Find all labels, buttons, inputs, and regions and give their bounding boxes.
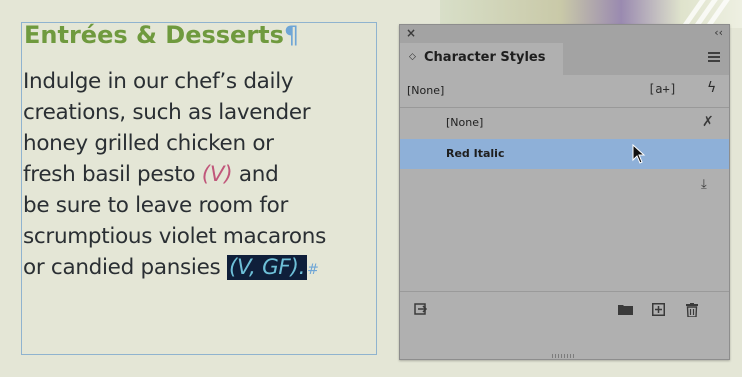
resize-grip[interactable]	[552, 354, 576, 358]
frame-heading[interactable]: Entrées & Desserts¶	[24, 21, 299, 49]
tab-label: Character Styles	[424, 50, 546, 65]
body-line-1[interactable]: Indulge in our chef’s daily	[23, 69, 294, 94]
selected-text[interactable]: (V, GF).	[226, 255, 308, 280]
panel-divider	[400, 291, 729, 292]
default-style-row: [None] [a+] ϟ	[400, 75, 729, 108]
style-list: [None] ✗ Red Italic ⤓	[400, 108, 729, 293]
style-label: [None]	[446, 116, 484, 129]
tab-character-styles[interactable]: ◇ Character Styles	[400, 43, 563, 75]
close-icon[interactable]: ×	[406, 26, 416, 40]
style-row-none[interactable]: [None] ✗	[400, 108, 729, 138]
line4-suffix: and	[232, 162, 279, 187]
line4-prefix: fresh basil pesto	[23, 162, 202, 187]
heading-text: Entrées & Desserts	[24, 21, 284, 49]
body-line-4[interactable]: fresh basil pesto (V) and	[23, 162, 279, 187]
new-group-icon[interactable]	[618, 303, 633, 319]
default-style-label: [None]	[407, 84, 445, 97]
style-label: Red Italic	[446, 147, 505, 160]
vegetarian-tag[interactable]: (V)	[202, 162, 233, 187]
end-of-story-mark: #	[307, 262, 319, 278]
panel-titlebar[interactable]: × ‹‹	[400, 25, 729, 43]
character-styles-panel: × ‹‹ ◇ Character Styles [None] [a+] ϟ [N…	[399, 24, 730, 360]
body-line-2[interactable]: creations, such as lavender	[23, 100, 311, 125]
body-line-5[interactable]: be sure to leave room for	[23, 193, 288, 218]
body-line-6[interactable]: scrumptious violet macarons	[23, 224, 326, 249]
body-line-7[interactable]: or candied pansies (V, GF). #	[23, 255, 319, 280]
clear-overrides-icon[interactable]: ✗	[702, 114, 714, 130]
load-styles-icon[interactable]: ⤓	[701, 177, 707, 192]
panel-tab-row: ◇ Character Styles	[400, 43, 729, 75]
body-line-3[interactable]: honey grilled chicken or	[23, 131, 274, 156]
pilcrow-mark: ¶	[283, 21, 300, 49]
tab-expand-icon[interactable]: ◇	[409, 52, 416, 62]
delete-icon[interactable]	[686, 303, 698, 321]
new-style-icon[interactable]	[652, 303, 665, 320]
style-row-red-italic[interactable]: Red Italic	[400, 139, 729, 169]
collapse-icon[interactable]: ‹‹	[714, 26, 723, 39]
mouse-pointer-icon	[632, 143, 646, 168]
panel-footer	[400, 293, 729, 333]
style-row-empty: ⤓	[400, 170, 729, 200]
quick-apply-icon[interactable]: ϟ	[707, 80, 716, 96]
style-mapping-icon[interactable]	[414, 303, 428, 321]
create-style-from-selection-icon[interactable]: [a+]	[648, 82, 677, 96]
line7-prefix: or candied pansies	[23, 255, 227, 280]
panel-menu-icon[interactable]	[708, 52, 720, 62]
